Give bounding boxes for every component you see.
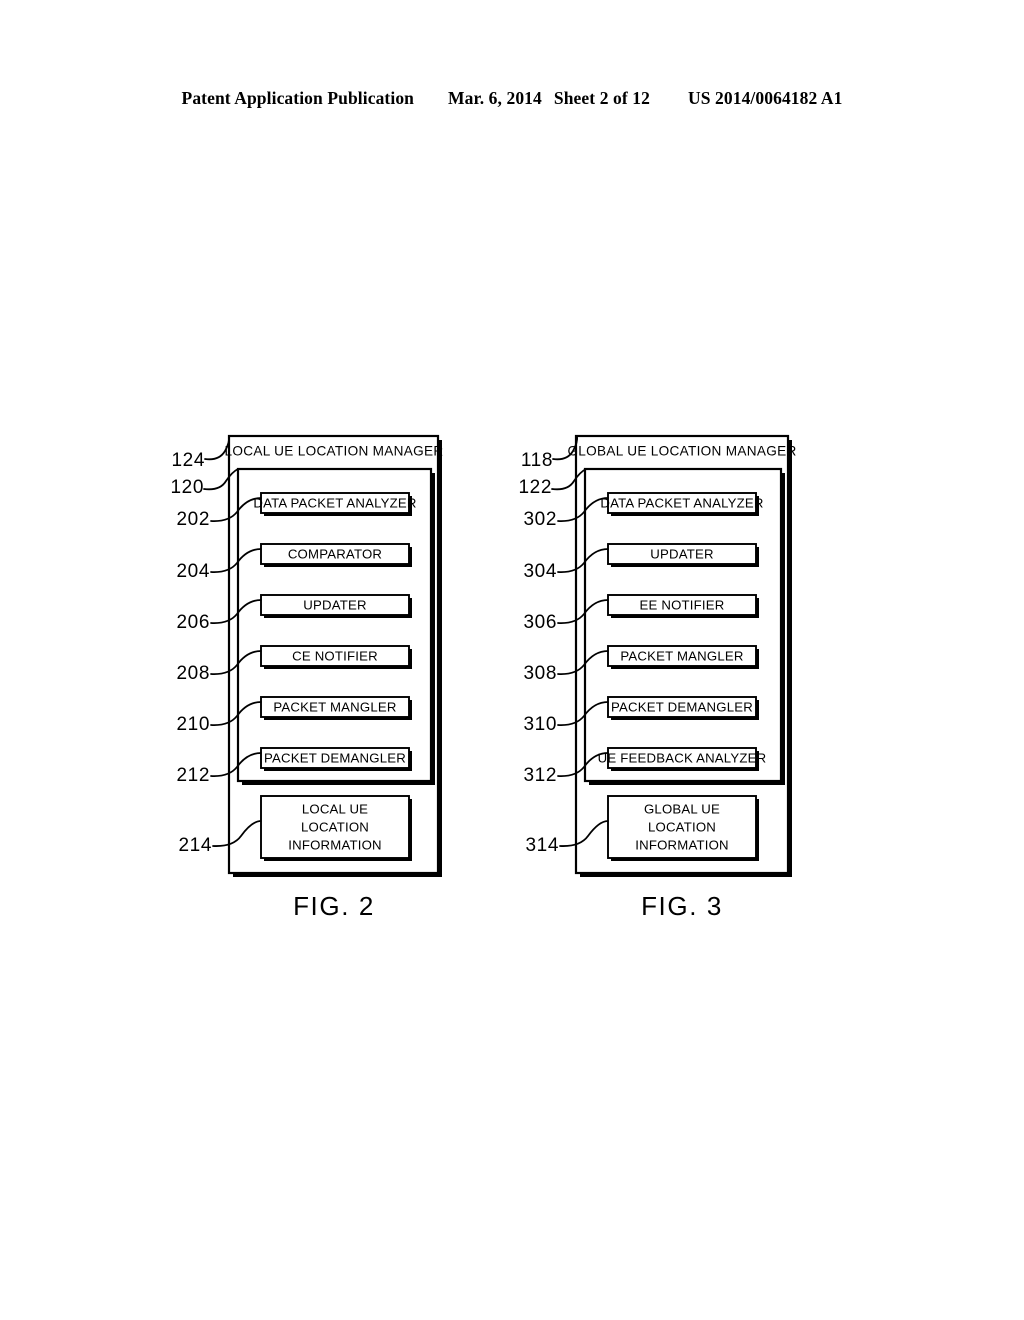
figure-3-module-1-label: UPDATER [650, 546, 713, 561]
drawing-sheet: LOCAL UE LOCATION MANAGER DATA PACKET AN… [0, 0, 1024, 1320]
figure-3-ref-308: 308 [523, 663, 557, 684]
figure-3-module-4-label: PACKET DEMANGLER [611, 699, 753, 714]
figure-2-store-line-1: LOCATION [301, 819, 369, 834]
figure-3: GLOBAL UE LOCATION MANAGER DATA PACKET A… [518, 434, 796, 921]
figure-2-module-1-label: COMPARATOR [288, 546, 382, 561]
figure-3-ref-122: 122 [518, 477, 552, 498]
patent-drawing-svg: LOCAL UE LOCATION MANAGER DATA PACKET AN… [170, 434, 796, 921]
figure-3-store-line-0: GLOBAL UE [644, 801, 720, 816]
figure-3-store-line-2: INFORMATION [635, 837, 729, 852]
figure-2-title: LOCAL UE LOCATION MANAGER [225, 444, 444, 459]
figure-2-ref-214: 214 [178, 835, 212, 856]
figure-2-ref-120: 120 [170, 477, 204, 498]
figure-2-store-line-0: LOCAL UE [302, 801, 368, 816]
figure-3-module-5-label: UE FEEDBACK ANALYZER [598, 750, 767, 765]
figure-3-module-0-label: DATA PACKET ANALYZER [600, 495, 763, 510]
figure-2-module-0-label: DATA PACKET ANALYZER [253, 495, 416, 510]
figure-3-ref-304: 304 [523, 561, 557, 582]
figure-3-store-line-1: LOCATION [648, 819, 716, 834]
figure-2-ref-212: 212 [176, 765, 210, 786]
figure-3-ref-312: 312 [523, 765, 557, 786]
figure-2-store-line-2: INFORMATION [288, 837, 382, 852]
figure-2-module-3-label: CE NOTIFIER [292, 648, 378, 663]
figure-2-module-5-label: PACKET DEMANGLER [264, 750, 406, 765]
figure-2-ref-210: 210 [176, 714, 210, 735]
figure-2-ref-204: 204 [176, 561, 210, 582]
figure-2-ref-124: 124 [171, 450, 205, 471]
figure-2-ref-208: 208 [176, 663, 210, 684]
figure-2-ref-206: 206 [176, 612, 210, 633]
figure-3-title: GLOBAL UE LOCATION MANAGER [567, 444, 796, 459]
figure-2-ref-202: 202 [176, 509, 210, 530]
figure-2-module-2-label: UPDATER [303, 597, 366, 612]
figure-3-caption: FIG. 3 [641, 891, 723, 921]
figure-3-module-2-label: EE NOTIFIER [640, 597, 725, 612]
figure-3-ref-310: 310 [523, 714, 557, 735]
figure-2-caption: FIG. 2 [293, 891, 375, 921]
figure-3-ref-118: 118 [521, 450, 553, 471]
figure-2: LOCAL UE LOCATION MANAGER DATA PACKET AN… [170, 434, 444, 921]
figure-3-ref-314: 314 [525, 835, 559, 856]
figure-3-module-3-label: PACKET MANGLER [620, 648, 743, 663]
figure-3-ref-306: 306 [523, 612, 557, 633]
figure-2-module-4-label: PACKET MANGLER [273, 699, 396, 714]
figure-3-ref-302: 302 [523, 509, 557, 530]
